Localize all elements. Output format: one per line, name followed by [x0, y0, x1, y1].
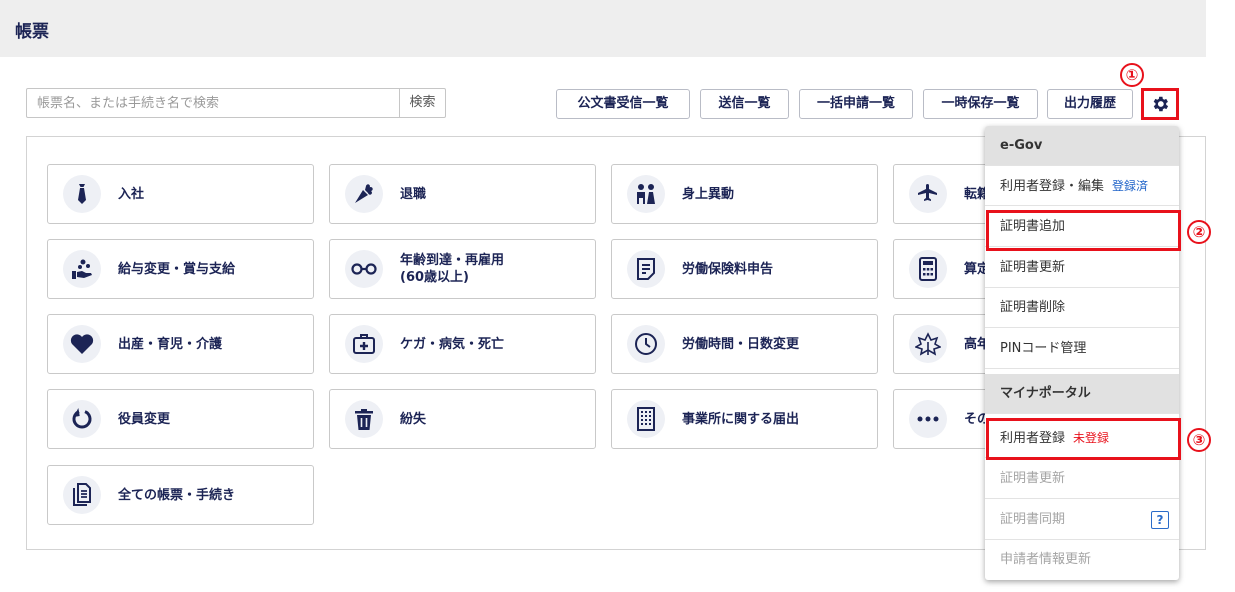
leaf-icon [909, 325, 947, 363]
official-docs-button[interactable]: 公文書受信一覧 [556, 89, 690, 119]
card-label: 退職 [400, 186, 427, 202]
menu-item-myna-cert-update: 証明書更新 [985, 459, 1179, 499]
menu-item-cert-update[interactable]: 証明書更新 [985, 248, 1179, 288]
card-nyusha[interactable]: 入社 [47, 164, 314, 224]
card-label: 労働保険料申告 [682, 261, 774, 277]
sent-list-button[interactable]: 送信一覧 [700, 89, 789, 119]
card-funshitsu[interactable]: 紛失 [329, 389, 596, 449]
card-label: 紛失 [400, 411, 427, 427]
clock-icon [627, 325, 665, 363]
bouquet-icon [345, 175, 383, 213]
menu-item-user-registration[interactable]: 利用者登録・編集 登録済 [985, 166, 1179, 206]
card-label: 給与変更・賞与支給 [118, 261, 236, 277]
help-icon[interactable]: ? [1151, 511, 1169, 529]
card-label: 入社 [118, 186, 145, 202]
bulk-application-button[interactable]: 一括申請一覧 [799, 89, 913, 119]
menu-item-cert-delete[interactable]: 証明書削除 [985, 288, 1179, 328]
menu-section-egov: e-Gov [985, 126, 1179, 166]
page-title: 帳票 [15, 22, 49, 42]
menu-item-pin-manage[interactable]: PINコード管理 [985, 329, 1179, 369]
airplane-icon [909, 175, 947, 213]
trash-icon [345, 400, 383, 438]
status-badge: 未登録 [1073, 431, 1110, 445]
document-icon [627, 250, 665, 288]
card-label: 出産・育児・介護 [118, 336, 223, 352]
menu-item-label: 証明書同期 [1000, 512, 1066, 527]
glasses-icon [345, 250, 383, 288]
card-shinjo-ido[interactable]: 身上異動 [611, 164, 878, 224]
building-icon [627, 400, 665, 438]
card-label: 労働時間・日数変更 [682, 336, 800, 352]
card-rodo-jikan[interactable]: 労働時間・日数変更 [611, 314, 878, 374]
card-label: 事業所に関する届出 [682, 411, 800, 427]
more-icon [909, 400, 947, 438]
annotation-2: ② [1187, 220, 1211, 244]
coins-hand-icon [63, 250, 101, 288]
settings-menu: e-Gov 利用者登録・編集 登録済 証明書追加 証明書更新 証明書削除 PINコ… [985, 126, 1179, 580]
necktie-icon [63, 175, 101, 213]
search-input[interactable] [27, 89, 399, 117]
card-label: 身上異動 [682, 186, 735, 202]
refresh-icon [63, 400, 101, 438]
menu-section-mynaportal: マイナポータル [985, 374, 1179, 414]
documents-icon [63, 476, 101, 514]
card-label: 役員変更 [118, 411, 171, 427]
menu-item-label: 利用者登録・編集 [1000, 179, 1105, 194]
menu-item-myna-user-registration[interactable]: 利用者登録 未登録 [985, 418, 1179, 458]
card-yakuin-henko[interactable]: 役員変更 [47, 389, 314, 449]
temp-saved-button[interactable]: 一時保存一覧 [923, 89, 1038, 119]
annotation-3: ③ [1187, 428, 1211, 452]
card-nenrei-touchi[interactable]: 年齢到達・再雇用 (60歳以上) [329, 239, 596, 299]
calculator-icon [909, 250, 947, 288]
card-kyuyo-henko[interactable]: 給与変更・賞与支給 [47, 239, 314, 299]
status-badge: 登録済 [1112, 179, 1149, 193]
card-kega[interactable]: ケガ・病気・死亡 [329, 314, 596, 374]
first-aid-icon [345, 325, 383, 363]
gear-icon [1153, 96, 1169, 112]
card-shussan[interactable]: 出産・育児・介護 [47, 314, 314, 374]
search-button[interactable]: 検索 [399, 89, 445, 117]
card-jigyosho[interactable]: 事業所に関する届出 [611, 389, 878, 449]
settings-button[interactable] [1141, 88, 1179, 120]
card-label-line2: (60歳以上) [400, 270, 469, 285]
menu-item-myna-cert-sync: 証明書同期 ? [985, 500, 1179, 540]
menu-item-applicant-update: 申請者情報更新 [1000, 552, 1092, 567]
card-rodo-hokenryo[interactable]: 労働保険料申告 [611, 239, 878, 299]
card-label: 全ての帳票・手続き [118, 487, 236, 503]
menu-item-label: 利用者登録 [1000, 431, 1066, 446]
card-all-forms[interactable]: 全ての帳票・手続き [47, 465, 314, 525]
annotation-1: ① [1120, 63, 1144, 87]
card-label: ケガ・病気・死亡 [400, 336, 505, 352]
wedding-icon [627, 175, 665, 213]
card-taishoku[interactable]: 退職 [329, 164, 596, 224]
search-box: 検索 [26, 88, 446, 118]
card-label: 年齢到達・再雇用 (60歳以上) [400, 240, 504, 298]
menu-item-cert-add[interactable]: 証明書追加 [985, 207, 1179, 247]
heart-icon [63, 325, 101, 363]
card-label-line1: 年齢到達・再雇用 [400, 253, 505, 268]
output-history-button[interactable]: 出力履歴 [1047, 89, 1133, 119]
page-header: 帳票 [0, 0, 1206, 57]
